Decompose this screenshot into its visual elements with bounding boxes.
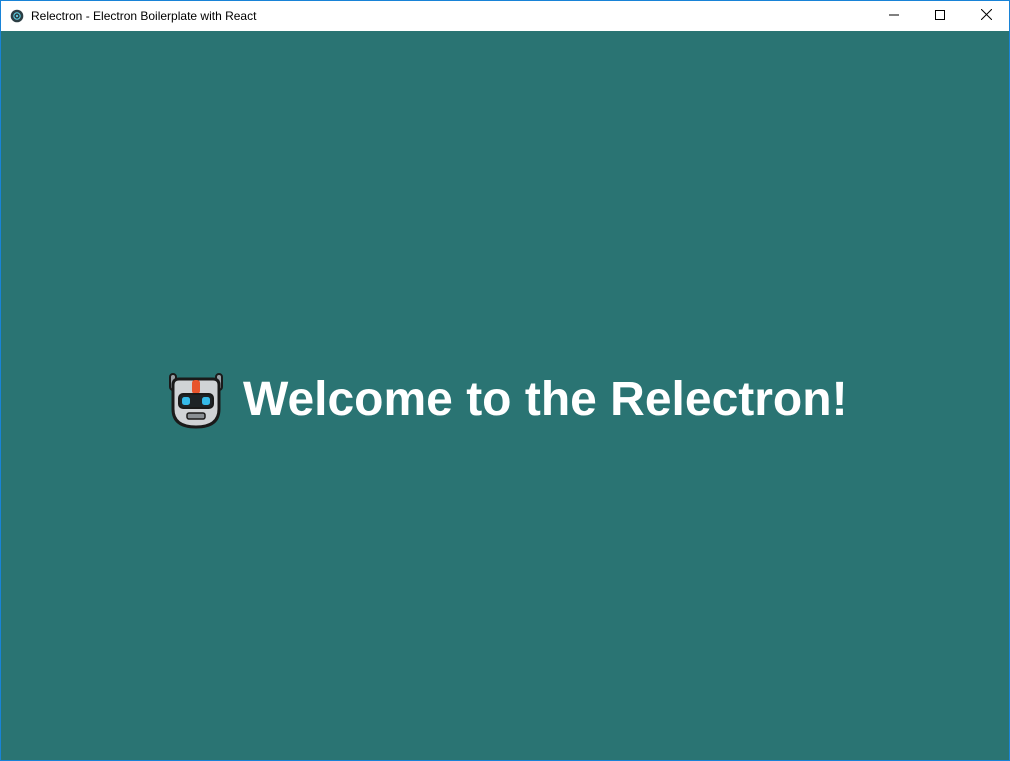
- title-bar[interactable]: Relectron - Electron Boilerplate with Re…: [1, 1, 1009, 31]
- maximize-icon: [935, 7, 945, 25]
- main-content: Welcome to the Relectron!: [1, 31, 1009, 760]
- minimize-button[interactable]: [871, 1, 917, 31]
- window-title: Relectron - Electron Boilerplate with Re…: [31, 9, 257, 23]
- window-controls: [871, 1, 1009, 31]
- minimize-icon: [889, 7, 899, 25]
- maximize-button[interactable]: [917, 1, 963, 31]
- close-icon: [980, 7, 992, 25]
- electron-atom-icon: [9, 8, 25, 24]
- robot-face-icon: [167, 371, 225, 429]
- close-button[interactable]: [963, 1, 1009, 31]
- welcome-banner: Welcome to the Relectron!: [167, 371, 848, 429]
- app-window: Relectron - Electron Boilerplate with Re…: [0, 0, 1010, 761]
- welcome-heading: Welcome to the Relectron!: [243, 373, 848, 426]
